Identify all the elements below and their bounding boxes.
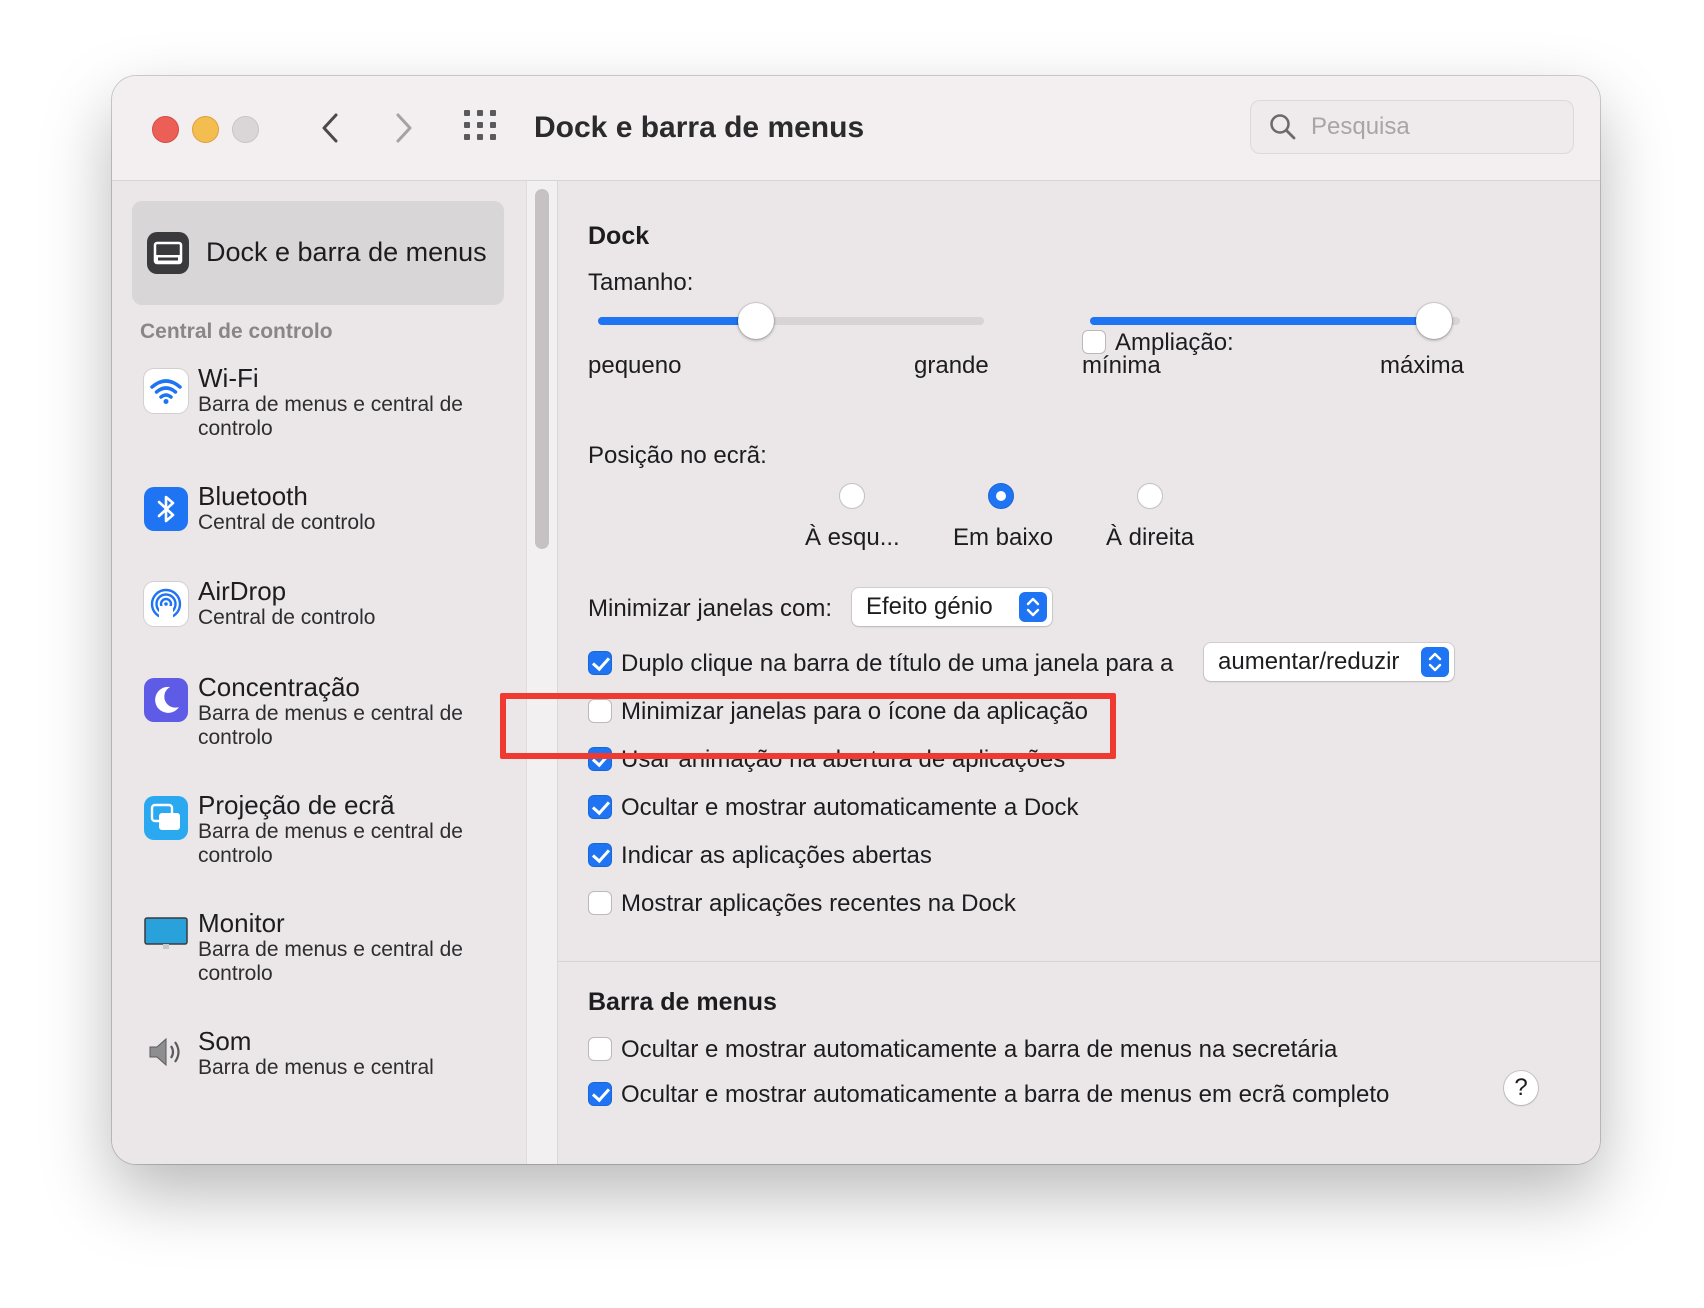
search-icon: [1270, 114, 1296, 140]
wifi-icon: [144, 369, 188, 413]
screen-mirroring-icon: [144, 796, 188, 840]
size-max-label: grande: [914, 352, 989, 379]
sidebar-item-dock-menubar[interactable]: Dock e barra de menus: [132, 201, 504, 305]
autohide-menubar-desktop-checkbox[interactable]: [588, 1037, 612, 1061]
sidebar-item-subtitle: Barra de menus e central de controlo: [198, 393, 463, 440]
position-left-radio[interactable]: [839, 483, 865, 509]
title-bar: Dock e barra de menus Pesquisa: [112, 76, 1600, 181]
magnification-slider-fill: [1090, 317, 1434, 325]
dock-section-header: Dock: [588, 222, 650, 250]
sidebar-item-bluetooth[interactable]: Bluetooth Central de controlo: [112, 479, 526, 559]
dock-menubar-icon: [146, 231, 190, 280]
autohide-dock-checkbox[interactable]: [588, 795, 612, 819]
magnification-max-label: máxima: [1380, 352, 1465, 379]
magnification-slider-knob[interactable]: [1416, 303, 1452, 339]
zoom-window-button[interactable]: [232, 116, 259, 143]
popup-chevrons-icon: [1019, 592, 1047, 622]
autohide-menubar-fullscreen-label: Ocultar e mostrar automaticamente a barr…: [621, 1081, 1390, 1108]
sidebar-item-subtitle: Barra de menus e central de controlo: [198, 820, 463, 867]
system-preferences-window: Dock e barra de menus Pesquisa Dock e ba…: [112, 76, 1600, 1164]
double-click-label: Duplo clique na barra de título de uma j…: [621, 650, 1174, 677]
sidebar-selected-label: Dock e barra de menus: [206, 237, 487, 267]
size-slider-fill: [598, 317, 756, 325]
popup-chevrons-icon: [1421, 647, 1449, 677]
section-divider: [558, 961, 1600, 962]
window-title: Dock e barra de menus: [534, 111, 865, 144]
sidebar-item-name: Wi-Fi: [198, 363, 259, 393]
sidebar-item-name: Monitor: [198, 908, 285, 938]
show-indicators-checkbox[interactable]: [588, 843, 612, 867]
sidebar-item-name: Bluetooth: [198, 481, 308, 511]
bluetooth-icon: [144, 487, 188, 531]
autohide-menubar-desktop-label: Ocultar e mostrar automaticamente a barr…: [621, 1036, 1338, 1063]
sidebar-section-header: Central de controlo: [140, 320, 333, 343]
chevron-right-icon: [396, 113, 412, 143]
sidebar-item-subtitle: Central de controlo: [198, 511, 376, 534]
position-left-label: À esqu...: [805, 524, 900, 551]
sidebar-item-screen-mirroring[interactable]: Projeção de ecrã Barra de menus e centra…: [112, 788, 526, 888]
sidebar-item-subtitle: Barra de menus e central: [198, 1056, 434, 1079]
size-slider-knob[interactable]: [738, 303, 774, 339]
sidebar-item-name: Projeção de ecrã: [198, 790, 395, 820]
size-min-label: pequeno: [588, 352, 682, 379]
minimize-effect-value: Efeito génio: [866, 593, 993, 620]
menubar-section-header: Barra de menus: [588, 988, 777, 1016]
show-all-grid-icon[interactable]: [464, 110, 504, 148]
position-right-label: À direita: [1106, 524, 1195, 551]
monitor-icon: [144, 910, 188, 954]
help-button[interactable]: ?: [1504, 1071, 1538, 1105]
sidebar-item-name: AirDrop: [198, 576, 287, 606]
sidebar-item-name: Som: [198, 1026, 252, 1056]
sidebar-scrollbar[interactable]: [526, 181, 558, 1164]
search-placeholder: Pesquisa: [1311, 113, 1410, 140]
position-bottom-label: Em baixo: [953, 524, 1054, 551]
sidebar-item-subtitle: Barra de menus e central de controlo: [198, 702, 463, 749]
sidebar-item-name: Concentração: [198, 672, 360, 702]
sidebar-item-subtitle: Central de controlo: [198, 606, 376, 629]
sidebar: Dock e barra de menus Central de control…: [112, 181, 526, 1164]
forward-button[interactable]: [382, 106, 426, 150]
back-button[interactable]: [308, 106, 352, 150]
size-label: Tamanho:: [588, 269, 694, 296]
magnification-min-label: mínima: [1082, 352, 1161, 379]
position-bottom-radio[interactable]: [988, 483, 1014, 509]
autohide-menubar-fullscreen-checkbox[interactable]: [588, 1082, 612, 1106]
double-click-action-popup[interactable]: aumentar/reduzir: [1204, 643, 1454, 681]
position-label: Posição no ecrã:: [588, 442, 767, 469]
show-recent-apps-label: Mostrar aplicações recentes na Dock: [621, 890, 1016, 917]
sidebar-item-monitor[interactable]: Monitor Barra de menus e central de cont…: [112, 906, 526, 1006]
airdrop-icon: [144, 582, 188, 626]
show-recent-apps-checkbox[interactable]: [588, 891, 612, 915]
double-click-checkbox[interactable]: [588, 651, 612, 675]
autohide-dock-label: Ocultar e mostrar automaticamente a Dock: [621, 794, 1079, 821]
minimize-label: Minimizar janelas com:: [588, 595, 833, 622]
annotation-highlight-box: [500, 693, 1116, 759]
sidebar-item-wifi[interactable]: Wi-Fi Barra de menus e central de contro…: [112, 361, 526, 461]
speaker-icon: [144, 1030, 188, 1074]
moon-icon: [144, 678, 188, 722]
main-pane: Dock Tamanho: pequeno grande Ampliação: …: [558, 181, 1600, 1164]
show-indicators-label: Indicar as aplicações abertas: [621, 842, 932, 869]
sidebar-item-subtitle: Barra de menus e central de controlo: [198, 938, 463, 985]
search-field[interactable]: Pesquisa: [1250, 100, 1574, 154]
sidebar-item-sound[interactable]: Som Barra de menus e central: [112, 1024, 526, 1124]
minimize-window-button[interactable]: [192, 116, 219, 143]
position-right-radio[interactable]: [1137, 483, 1163, 509]
double-click-action-value: aumentar/reduzir: [1218, 648, 1400, 675]
close-window-button[interactable]: [152, 116, 179, 143]
sidebar-item-focus[interactable]: Concentração Barra de menus e central de…: [112, 670, 526, 770]
minimize-effect-popup[interactable]: Efeito génio: [852, 588, 1052, 626]
scrollbar-thumb[interactable]: [535, 189, 549, 549]
sidebar-item-airdrop[interactable]: AirDrop Central de controlo: [112, 574, 526, 654]
chevron-left-icon: [322, 113, 338, 143]
